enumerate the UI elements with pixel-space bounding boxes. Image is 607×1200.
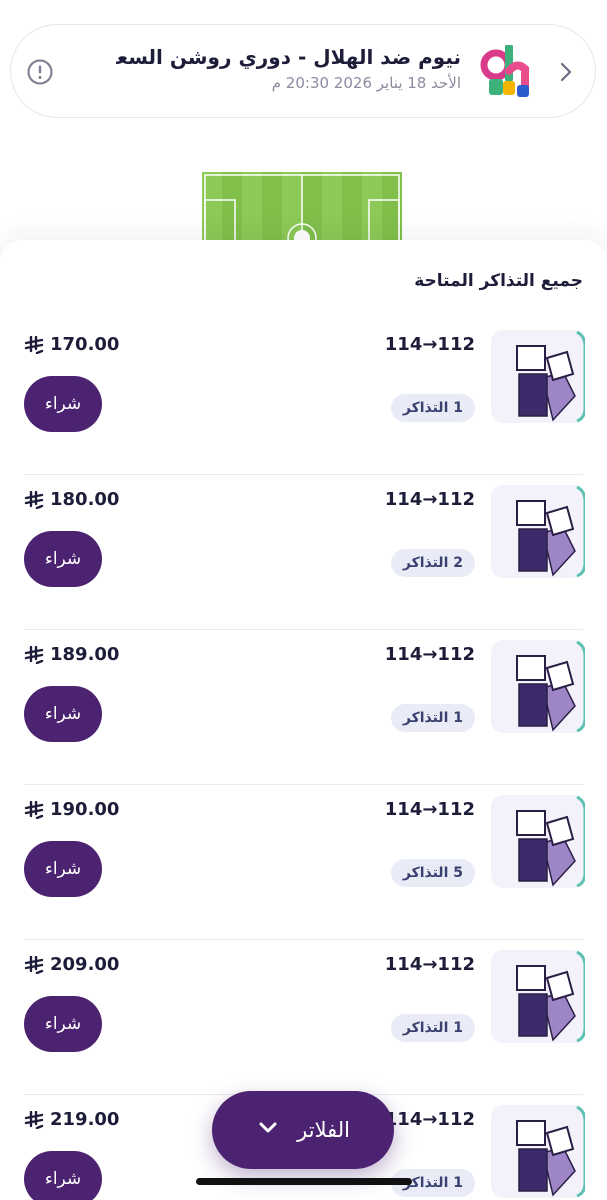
filter-button[interactable]: الفلاتر (212, 1091, 394, 1169)
price-value: 190.00 (50, 799, 120, 820)
event-card[interactable]: نيوم ضد الهلال - دوري روشن السعودي ... ا… (10, 24, 596, 118)
ticket-count-badge: 1 التذاكر (390, 1014, 475, 1042)
price-value: 219.00 (50, 1109, 120, 1130)
section-route: 114→112 (384, 954, 475, 975)
top-area: نيوم ضد الهلال - دوري روشن السعودي ... ا… (0, 0, 607, 270)
riyal-icon (24, 801, 44, 819)
ticket-price: 190.00 (24, 799, 119, 821)
buy-button[interactable]: شراء (24, 531, 102, 587)
price-value: 180.00 (50, 489, 120, 510)
riyal-icon (24, 491, 44, 509)
price-value: 170.00 (50, 334, 120, 355)
ticket-thumbnail-icon (491, 950, 585, 1043)
buy-button[interactable]: شراء (24, 376, 102, 432)
home-indicator (196, 1178, 412, 1185)
filter-label: الفلاتر (297, 1118, 350, 1142)
ticket-thumbnail-icon (491, 330, 585, 423)
ticket-price: 180.00 (24, 489, 119, 511)
ticket-price: 189.00 (24, 644, 119, 666)
ticket-count-badge: 2 التذاكر (390, 549, 475, 577)
ticket-thumbnail-icon (491, 485, 585, 578)
buy-button[interactable]: شراء (24, 1151, 102, 1200)
section-route: 114→112 (384, 1109, 475, 1130)
event-date: الأحد 18 يناير 2026 20:30 م (271, 74, 461, 92)
list-title: جميع التذاكر المتاحة (414, 271, 583, 291)
buy-button[interactable]: شراء (24, 686, 102, 742)
info-icon[interactable] (27, 59, 53, 85)
ticket-count-badge: 5 التذاكر (390, 859, 475, 887)
ticket-thumbnail-icon (491, 640, 585, 733)
chevron-right-icon[interactable] (559, 61, 573, 83)
section-route: 114→112 (384, 799, 475, 820)
section-route: 114→112 (384, 489, 475, 510)
ticket-count-badge: 1 التذاكر (390, 704, 475, 732)
ticket-thumbnail-icon (491, 1105, 585, 1198)
buy-button[interactable]: شراء (24, 996, 102, 1052)
riyal-icon (24, 1111, 44, 1129)
ticket-count-badge: 1 التذاكر (390, 394, 475, 422)
logo (480, 45, 529, 97)
ticket-row[interactable]: 114→112 2 التذاكر 180.00 شراء (24, 475, 585, 630)
ticket-price: 170.00 (24, 334, 119, 356)
ticket-row[interactable]: 114→112 1 التذاكر 189.00 شراء (24, 630, 585, 785)
ticket-row[interactable]: 114→112 1 التذاكر 209.00 شراء (24, 940, 585, 1095)
riyal-icon (24, 336, 44, 354)
buy-button[interactable]: شراء (24, 841, 102, 897)
ticket-price: 209.00 (24, 954, 119, 976)
chevron-down-icon (259, 1122, 277, 1133)
riyal-icon (24, 646, 44, 664)
ticket-row[interactable]: 114→112 5 التذاكر 190.00 شراء (24, 785, 585, 940)
ticket-price: 219.00 (24, 1109, 119, 1131)
price-value: 189.00 (50, 644, 120, 665)
ticket-thumbnail-icon (491, 795, 585, 888)
tickets-sheet: جميع التذاكر المتاحة 114→112 1 التذاكر 1… (0, 240, 607, 1200)
event-title: نيوم ضد الهلال - دوري روشن السعودي ... (116, 45, 461, 69)
riyal-icon (24, 956, 44, 974)
section-route: 114→112 (384, 334, 475, 355)
price-value: 209.00 (50, 954, 120, 975)
ticket-row[interactable]: 114→112 1 التذاكر 170.00 شراء (24, 320, 585, 475)
section-route: 114→112 (384, 644, 475, 665)
